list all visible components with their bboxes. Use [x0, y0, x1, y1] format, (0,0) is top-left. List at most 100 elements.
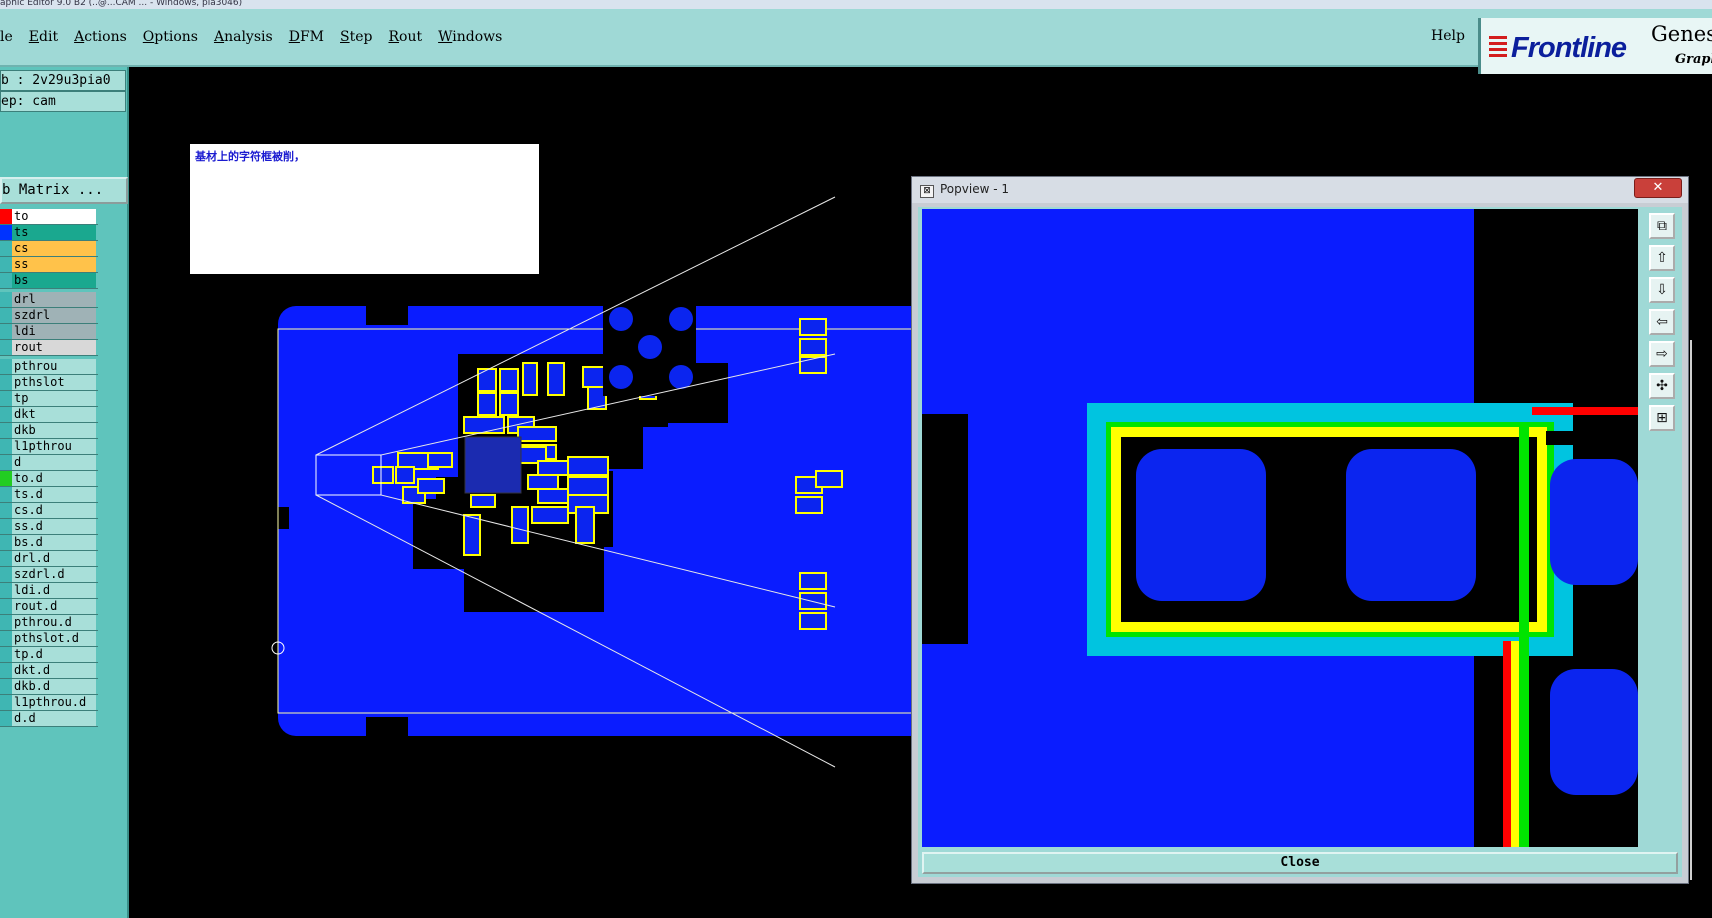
layer-swatch[interactable] — [0, 583, 12, 598]
layer-row-bs-d[interactable]: bs.d — [0, 535, 98, 551]
menu-help[interactable]: Help — [1431, 28, 1465, 44]
popview-close-button[interactable]: Close — [922, 852, 1678, 874]
layer-swatch[interactable] — [0, 631, 12, 646]
layer-row-ts[interactable]: ts — [0, 225, 98, 241]
layer-row-d-d[interactable]: d.d — [0, 711, 98, 727]
popview-close-x-button[interactable]: ✕ — [1634, 178, 1682, 198]
layer-row-pthrou-d[interactable]: pthrou.d — [0, 615, 98, 631]
layer-swatch[interactable] — [0, 519, 12, 534]
layer-row-szdrl[interactable]: szdrl — [0, 308, 98, 324]
menu-item-step[interactable]: Step — [340, 29, 372, 45]
menu-item-actions[interactable]: Actions — [74, 29, 127, 45]
layer-row-tp[interactable]: tp — [0, 391, 98, 407]
menu-item-analysis[interactable]: Analysis — [214, 29, 273, 45]
layer-row-drl[interactable]: drl — [0, 292, 98, 308]
layer-row-to-d[interactable]: to.d — [0, 471, 98, 487]
layer-swatch[interactable] — [0, 209, 12, 224]
layer-row-dkt[interactable]: dkt — [0, 407, 98, 423]
layer-swatch[interactable] — [0, 647, 12, 662]
pad — [537, 488, 569, 504]
layer-swatch[interactable] — [0, 487, 12, 502]
layer-swatch[interactable] — [0, 340, 12, 355]
menu-item-le[interactable]: le — [0, 29, 13, 45]
layer-swatch[interactable] — [0, 324, 12, 339]
layer-row-pthrou[interactable]: pthrou — [0, 359, 98, 375]
layer-swatch[interactable] — [0, 308, 12, 323]
layer-swatch[interactable] — [0, 241, 12, 256]
layer-swatch[interactable] — [0, 439, 12, 454]
matrix-button[interactable]: b Matrix ... — [0, 177, 128, 204]
edge-pad — [799, 592, 827, 610]
layer-row-dkb[interactable]: dkb — [0, 423, 98, 439]
menu-item-windows[interactable]: Windows — [438, 29, 502, 45]
layer-swatch[interactable] — [0, 292, 12, 307]
pan-down-icon[interactable]: ⇩ — [1649, 277, 1675, 303]
zoom-pad-edge — [1550, 669, 1638, 795]
layer-swatch[interactable] — [0, 257, 12, 272]
popview-titlebar[interactable]: ⊠ Popview - 1 ✕ — [912, 177, 1688, 203]
layer-row-cs[interactable]: cs — [0, 241, 98, 257]
menu-item-options[interactable]: Options — [143, 29, 198, 45]
layer-row-bs[interactable]: bs — [0, 273, 98, 289]
zoom-center-icon[interactable]: ⊞ — [1649, 405, 1675, 431]
layer-swatch[interactable] — [0, 567, 12, 582]
layer-swatch[interactable] — [0, 407, 12, 422]
layer-row-ldi-d[interactable]: ldi.d — [0, 583, 98, 599]
layer-row-dkt-d[interactable]: dkt.d — [0, 663, 98, 679]
layer-label: bs — [12, 273, 96, 288]
layer-row-l1pthrou[interactable]: l1pthrou — [0, 439, 98, 455]
layer-row-ldi[interactable]: ldi — [0, 324, 98, 340]
layer-swatch[interactable] — [0, 375, 12, 390]
layer-swatch[interactable] — [0, 225, 12, 240]
layer-row-dkb-d[interactable]: dkb.d — [0, 679, 98, 695]
layer-swatch[interactable] — [0, 535, 12, 550]
layer-row-pthslot-d[interactable]: pthslot.d — [0, 631, 98, 647]
ic-chip — [464, 436, 522, 494]
layer-swatch[interactable] — [0, 471, 12, 486]
popview-zoom-view[interactable] — [922, 209, 1638, 847]
layer-row-drl-d[interactable]: drl.d — [0, 551, 98, 567]
layer-swatch[interactable] — [0, 273, 12, 288]
layer-swatch[interactable] — [0, 391, 12, 406]
layer-row-ss-d[interactable]: ss.d — [0, 519, 98, 535]
layer-row-szdrl-d[interactable]: szdrl.d — [0, 567, 98, 583]
layer-swatch[interactable] — [0, 679, 12, 694]
popview-toolbar: ⧉ ⇧ ⇩ ⇦ ⇨ ✣ ⊞ — [1646, 209, 1678, 847]
pan-left-icon[interactable]: ⇦ — [1649, 309, 1675, 335]
layer-row-d[interactable]: d — [0, 455, 98, 471]
zoom-window-icon[interactable]: ⧉ — [1649, 213, 1675, 239]
layer-row-rout[interactable]: rout — [0, 340, 98, 356]
layer-swatch[interactable] — [0, 455, 12, 470]
pad — [531, 506, 569, 524]
layer-swatch[interactable] — [0, 663, 12, 678]
menu-item-dfm[interactable]: DFM — [289, 29, 324, 45]
menu-item-edit[interactable]: Edit — [29, 29, 58, 45]
layer-row-pthslot[interactable]: pthslot — [0, 375, 98, 391]
layer-swatch[interactable] — [0, 599, 12, 614]
layer-swatch[interactable] — [0, 359, 12, 374]
layer-label: d — [12, 455, 96, 470]
pan-right-icon[interactable]: ⇨ — [1649, 341, 1675, 367]
layer-row-to[interactable]: to — [0, 209, 98, 225]
layer-row-l1pthrou-d[interactable]: l1pthrou.d — [0, 695, 98, 711]
layer-swatch[interactable] — [0, 423, 12, 438]
layer-swatch[interactable] — [0, 711, 12, 726]
layer-swatch[interactable] — [0, 503, 12, 518]
layer-swatch[interactable] — [0, 695, 12, 710]
layer-row-ts-d[interactable]: ts.d — [0, 487, 98, 503]
menu-item-rout[interactable]: Rout — [388, 29, 422, 45]
zoom-void — [922, 414, 968, 644]
zoom-pad — [1346, 449, 1476, 601]
zoom-trace-red-top — [1532, 407, 1638, 415]
layer-row-cs-d[interactable]: cs.d — [0, 503, 98, 519]
layer-swatch[interactable] — [0, 615, 12, 630]
layer-row-tp-d[interactable]: tp.d — [0, 647, 98, 663]
layer-swatch[interactable] — [0, 551, 12, 566]
zoom-fit-icon[interactable]: ✣ — [1649, 373, 1675, 399]
layer-row-ss[interactable]: ss — [0, 257, 98, 273]
via-hole — [669, 365, 693, 389]
layer-row-rout-d[interactable]: rout.d — [0, 599, 98, 615]
pan-up-icon[interactable]: ⇧ — [1649, 245, 1675, 271]
pad — [567, 476, 609, 496]
layer-label: pthslot — [12, 375, 96, 390]
